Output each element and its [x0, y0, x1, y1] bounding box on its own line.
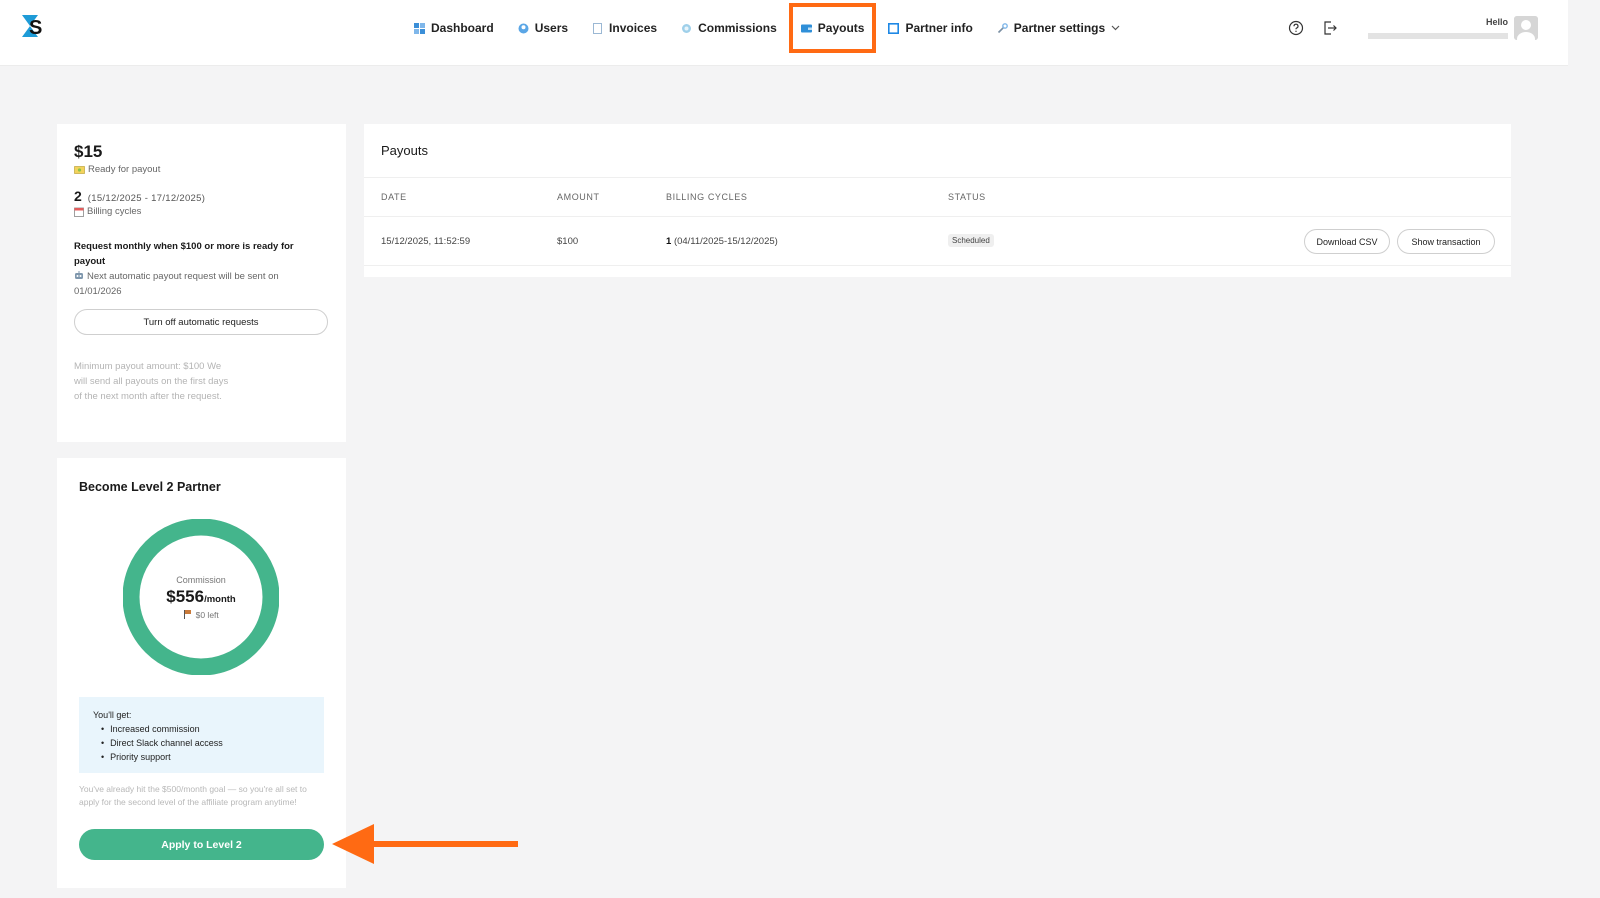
level-partner-card: Become Level 2 Partner Commission $556/m…: [57, 458, 346, 888]
table-divider: [364, 177, 1511, 178]
benefit-item: Direct Slack channel access: [101, 736, 310, 750]
billing-cycles-label-row: Billing cycles: [74, 206, 329, 217]
nav-dashboard-label: Dashboard: [431, 21, 494, 35]
user-text: Hello: [1368, 17, 1508, 39]
column-billing-cycles: BILLING CYCLES: [666, 192, 748, 202]
redacted-user-name: [1368, 33, 1508, 39]
next-request-note: Next automatic payout request will be se…: [74, 269, 319, 299]
remaining-row: $0 left: [183, 609, 219, 620]
user-menu[interactable]: Hello: [1368, 16, 1538, 40]
minimum-payout-note: Minimum payout amount: $100 We will send…: [74, 361, 229, 402]
column-amount: AMOUNT: [557, 192, 600, 202]
nav-partner-settings-label: Partner settings: [1013, 21, 1106, 35]
benefit-item: Priority support: [101, 750, 310, 764]
nav-invoices[interactable]: Invoices: [580, 6, 669, 50]
row-billing-cycles: 1 (04/11/2025-15/12/2025): [666, 236, 778, 247]
row-date: 15/12/2025, 11:52:59: [381, 236, 471, 247]
nav-payouts[interactable]: Payouts: [788, 3, 877, 53]
app-logo[interactable]: S: [20, 13, 46, 39]
commission-caption: Commission: [176, 574, 226, 585]
commission-value: $556: [166, 586, 205, 606]
avatar: [1514, 16, 1538, 40]
table-divider: [364, 265, 1511, 266]
remaining-text: $0 left: [195, 609, 219, 620]
payout-summary-card: $15 Ready for payout 2 (15/12/2025 - 17/…: [57, 124, 346, 442]
row-cycles-range: (04/11/2025-15/12/2025): [673, 236, 778, 247]
help-button[interactable]: [1286, 18, 1306, 38]
level-title: Become Level 2 Partner: [79, 480, 221, 494]
nav-commissions-label: Commissions: [698, 21, 777, 35]
avatar-icon: [1514, 16, 1538, 40]
turn-off-automatic-requests-button[interactable]: Turn off automatic requests: [74, 309, 328, 335]
users-icon: [518, 23, 529, 33]
show-transaction-button[interactable]: Show transaction: [1397, 229, 1495, 254]
ready-label: Ready for payout: [88, 164, 161, 175]
top-navigation-bar: S Dashboard Users Invoices Commissions P…: [0, 0, 1568, 66]
nav-partner-settings[interactable]: Partner settings: [985, 6, 1132, 50]
wallet-icon: [800, 24, 812, 32]
ring-center-label: Commission $556/month $0 left: [123, 519, 279, 675]
wrench-icon: [997, 22, 1008, 33]
nav-users-label: Users: [534, 21, 569, 35]
benefits-list: Increased commission Direct Slack channe…: [93, 722, 310, 764]
annotation-arrow: [332, 824, 518, 864]
ready-amount: $15: [74, 142, 103, 161]
billing-cycles-row: 2 (15/12/2025 - 17/12/2025): [74, 188, 329, 204]
billing-cycles-label: Billing cycles: [87, 206, 142, 217]
partner-info-icon: [888, 22, 900, 34]
status-badge: Scheduled: [948, 234, 994, 247]
billing-cycles-count: 2: [74, 188, 82, 204]
nav-users[interactable]: Users: [506, 6, 580, 50]
commission-unit: /month: [204, 593, 236, 605]
column-status: STATUS: [948, 192, 986, 202]
nav-invoices-label: Invoices: [609, 21, 658, 35]
next-request-text: Next automatic payout request will be se…: [74, 271, 279, 297]
commissions-icon: [682, 23, 692, 33]
header-actions: Hello: [1286, 10, 1538, 46]
chevron-down-icon: [1111, 25, 1120, 31]
logout-button[interactable]: [1320, 18, 1340, 38]
request-rule: Request monthly when $100 or more is rea…: [74, 241, 294, 267]
download-csv-button[interactable]: Download CSV: [1304, 229, 1390, 254]
nav-commissions[interactable]: Commissions: [669, 6, 789, 50]
row-amount: $100: [557, 236, 579, 247]
hello-label: Hello: [1485, 17, 1508, 27]
benefits-title: You'll get:: [93, 710, 132, 720]
money-icon: [74, 165, 85, 174]
table-divider: [364, 216, 1511, 217]
billing-cycles-range: (15/12/2025 - 17/12/2025): [87, 193, 206, 204]
help-icon: [1288, 20, 1304, 36]
commission-progress-ring: Commission $556/month $0 left: [122, 518, 280, 676]
robot-icon: [75, 271, 83, 279]
row-cycles-count: 1: [666, 236, 672, 247]
flag-icon: [184, 609, 192, 619]
svg-text:S: S: [29, 17, 42, 39]
benefits-box: You'll get: Increased commission Direct …: [79, 697, 324, 773]
nav-dashboard[interactable]: Dashboard: [402, 6, 506, 50]
nav-payouts-label: Payouts: [817, 21, 865, 35]
payouts-title: Payouts: [381, 143, 428, 158]
commission-value-row: $556/month: [166, 587, 236, 607]
invoice-icon: [593, 22, 603, 34]
column-date: DATE: [381, 192, 407, 202]
nav-partner-info[interactable]: Partner info: [876, 6, 984, 50]
apply-level-2-button[interactable]: Apply to Level 2: [79, 829, 324, 860]
nav-partner-info-label: Partner info: [905, 21, 973, 35]
goal-note: You've already hit the $500/month goal —…: [79, 784, 307, 807]
dashboard-icon: [414, 22, 425, 34]
ready-label-row: Ready for payout: [74, 164, 329, 175]
main-nav: Dashboard Users Invoices Commissions Pay…: [402, 0, 1132, 56]
benefit-item: Increased commission: [101, 722, 310, 736]
calendar-icon: [74, 207, 84, 217]
logout-icon: [1324, 21, 1337, 35]
payouts-table-card: Payouts DATE AMOUNT BILLING CYCLES STATU…: [364, 124, 1511, 277]
